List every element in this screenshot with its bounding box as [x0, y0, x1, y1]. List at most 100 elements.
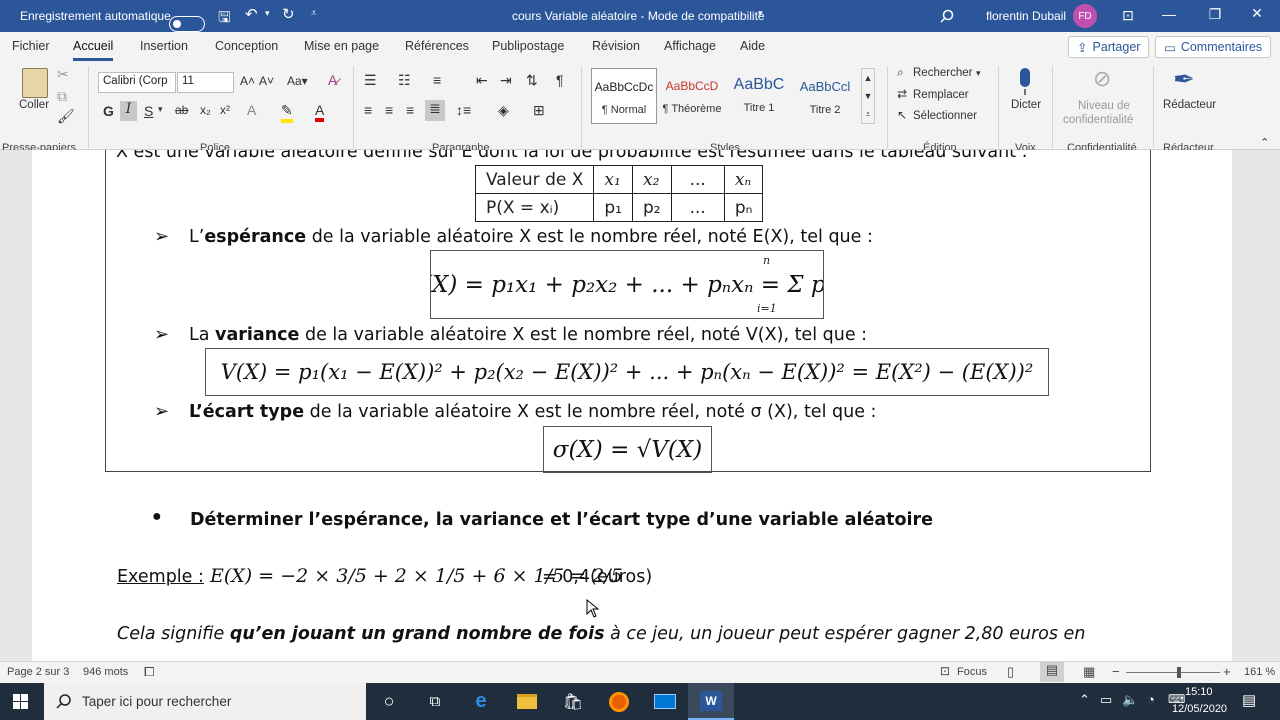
focus-button[interactable]: Focus [957, 666, 987, 678]
strikethrough-icon[interactable]: ab [175, 103, 188, 117]
change-case-icon[interactable]: Aa▾ [287, 74, 308, 88]
copy-icon[interactable]: ⧉ [57, 88, 67, 105]
shading-icon[interactable]: ◈ [498, 102, 509, 119]
zoom-in-icon[interactable]: + [1223, 664, 1231, 679]
find-button[interactable]: Rechercher [913, 67, 972, 79]
underline-dropdown-icon[interactable]: ▾ [158, 104, 163, 115]
tab-affichage[interactable]: Affichage [664, 39, 716, 53]
font-name-select[interactable]: Calibri (Corp [98, 72, 176, 93]
microphone-icon[interactable] [1015, 67, 1035, 97]
battery-icon[interactable]: ▭ [1100, 692, 1112, 708]
volume-icon[interactable]: 🔈 [1122, 692, 1138, 708]
tab-aide[interactable]: Aide [740, 39, 765, 53]
share-button[interactable]: ⇪ Partager [1068, 36, 1150, 58]
store-icon[interactable]: 🛍 [550, 683, 596, 720]
italic-icon[interactable]: I [120, 101, 137, 121]
show-marks-icon[interactable]: ¶ [556, 72, 564, 88]
style-theoreme[interactable]: AaBbCcD ¶ Théorème [659, 68, 725, 124]
undo-icon[interactable]: ↶ [245, 5, 258, 23]
style-titre-2[interactable]: AaBbCcl Titre 2 [793, 68, 857, 124]
windows-start-icon[interactable] [13, 694, 29, 710]
read-mode-icon[interactable]: ▯ [1007, 664, 1014, 680]
styles-scroll-icon[interactable]: ▲ ▼ ⩡ [861, 68, 875, 124]
undo-dropdown-icon[interactable]: ▾ [265, 8, 270, 19]
minimize-icon[interactable]: — [1146, 6, 1192, 22]
find-dropdown-icon[interactable]: ▾ [976, 68, 981, 79]
autosave-toggle[interactable] [169, 16, 205, 32]
taskbar-search-box[interactable]: Taper ici pour rechercher [44, 683, 366, 720]
restore-icon[interactable]: ❐ [1192, 6, 1238, 23]
zoom-slider[interactable] [1126, 672, 1220, 673]
subscript-icon[interactable]: x₂ [200, 103, 211, 117]
tab-accueil[interactable]: Accueil [73, 39, 114, 61]
collapse-ribbon-icon[interactable]: ⌃ [1260, 136, 1269, 149]
zoom-level[interactable]: 161 % [1244, 666, 1275, 678]
shrink-font-icon[interactable]: A˅ [259, 74, 274, 88]
zoom-slider-thumb[interactable] [1177, 667, 1181, 678]
clock-date[interactable]: 12/05/2020 [1172, 703, 1227, 715]
tab-mise-en-page[interactable]: Mise en page [304, 39, 379, 53]
focus-icon[interactable]: ⊡ [940, 664, 950, 678]
cut-icon[interactable]: ✂ [57, 66, 69, 83]
superscript-icon[interactable]: x² [220, 103, 230, 117]
customize-toolbar-icon[interactable]: ⩡ [311, 8, 317, 19]
page-count[interactable]: Page 2 sur 3 [7, 666, 69, 678]
edge-icon[interactable]: e [458, 683, 504, 720]
show-hidden-icons-icon[interactable]: ⌃ [1079, 692, 1090, 708]
editor-button[interactable]: Rédacteur [1163, 99, 1216, 111]
select-icon[interactable]: ↖ [897, 108, 907, 122]
clear-formatting-icon[interactable]: A̷ [328, 72, 337, 88]
bullets-icon[interactable]: ☰ [364, 72, 377, 89]
tab-references[interactable]: Références [405, 39, 469, 53]
firefox-icon[interactable] [596, 683, 642, 720]
clock-time[interactable]: 15:10 [1185, 686, 1213, 698]
comments-button[interactable]: ▭ Commentaires [1155, 36, 1272, 58]
sort-icon[interactable]: ⇅ [526, 72, 538, 89]
align-left-icon[interactable]: ≡ [364, 102, 372, 118]
style-normal[interactable]: AaBbCcDc ¶ Normal [591, 68, 657, 124]
underline-icon[interactable]: S [144, 103, 153, 119]
replace-button[interactable]: Remplacer [913, 89, 969, 101]
task-view-icon[interactable]: ⧉ [412, 683, 458, 720]
mail-icon[interactable] [642, 683, 688, 720]
proofing-icon[interactable]: ⧠ [144, 664, 154, 680]
highlight-icon[interactable]: ✎ [281, 102, 293, 123]
align-right-icon[interactable]: ≡ [406, 102, 414, 118]
select-button[interactable]: Sélectionner [913, 110, 977, 122]
line-spacing-icon[interactable]: ↕≡ [456, 102, 471, 118]
title-dropdown-icon[interactable]: ▾ [758, 8, 763, 19]
tab-publipostage[interactable]: Publipostage [492, 39, 564, 53]
increase-indent-icon[interactable]: ⇥ [500, 72, 512, 89]
numbering-icon[interactable]: ☷ [398, 72, 411, 89]
close-icon[interactable]: ✕ [1234, 5, 1280, 22]
decrease-indent-icon[interactable]: ⇤ [476, 72, 488, 89]
print-layout-icon[interactable]: ▤ [1040, 662, 1064, 682]
network-icon[interactable]: ◔ [1147, 692, 1155, 707]
redo-icon[interactable]: ↻ [282, 5, 295, 23]
paste-icon[interactable] [22, 68, 48, 98]
cortana-icon[interactable]: ○ [366, 683, 412, 720]
web-layout-icon[interactable]: ▦ [1083, 664, 1095, 680]
justify-icon[interactable]: ≣ [425, 100, 445, 121]
editor-icon[interactable]: ✒ [1173, 64, 1195, 95]
style-titre-1[interactable]: AaBbC Titre 1 [727, 68, 791, 124]
tab-insertion[interactable]: Insertion [140, 39, 188, 53]
avatar[interactable]: FD [1073, 4, 1097, 28]
file-explorer-icon[interactable] [504, 683, 550, 720]
page[interactable]: X est une variable aléatoire définie sur… [32, 150, 1232, 661]
search-icon[interactable] [940, 9, 954, 23]
word-taskbar-icon[interactable]: W [688, 683, 734, 720]
borders-icon[interactable]: ⊞ [533, 102, 545, 119]
grow-font-icon[interactable]: A˄ [240, 74, 255, 88]
save-icon[interactable]: 🖫 [218, 7, 231, 32]
font-color-icon[interactable]: A [315, 102, 325, 122]
ribbon-display-icon[interactable]: ⊡ [1105, 7, 1151, 24]
paste-button[interactable]: Coller [19, 99, 49, 111]
tab-conception[interactable]: Conception [215, 39, 278, 53]
tab-revision[interactable]: Révision [592, 39, 640, 53]
align-center-icon[interactable]: ≡ [385, 102, 393, 118]
format-painter-icon[interactable]: 🖌 [57, 108, 75, 125]
zoom-out-icon[interactable]: − [1112, 664, 1120, 679]
text-effects-icon[interactable]: A [247, 102, 256, 118]
multilevel-list-icon[interactable]: ≡ [433, 72, 441, 88]
